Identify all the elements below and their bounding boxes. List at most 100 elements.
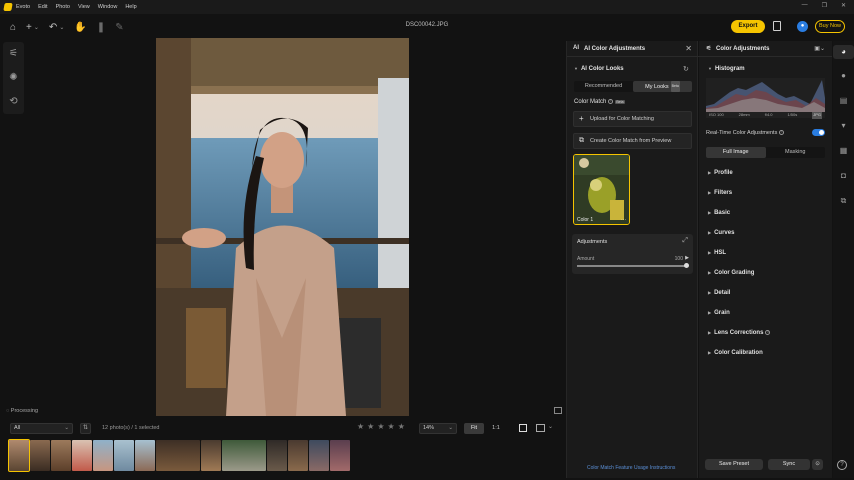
skin-icon[interactable]: ●: [833, 71, 854, 80]
more-icon[interactable]: ···: [621, 217, 626, 223]
thumbnail[interactable]: [93, 440, 113, 471]
menu-window[interactable]: Window: [98, 4, 118, 10]
thumbnail[interactable]: [30, 440, 50, 471]
star-icon[interactable]: ★: [357, 422, 364, 431]
thumbnail[interactable]: [135, 440, 155, 471]
ai-looks-title[interactable]: ▼ AI Color Looks: [574, 66, 624, 72]
background-icon[interactable]: ▦: [833, 146, 854, 155]
tab-full-image[interactable]: Full Image: [706, 147, 766, 158]
restore-icon[interactable]: ❐: [822, 2, 827, 9]
panel-layout-icon[interactable]: ▣⌄: [814, 45, 825, 52]
expand-icon[interactable]: ⤢: [682, 237, 688, 245]
mask-icon[interactable]: ❚: [97, 22, 105, 33]
tab-my-looks[interactable]: My Looks Beta: [633, 81, 692, 92]
account-icon[interactable]: ●: [797, 21, 808, 32]
chevron-down-icon[interactable]: ⌄: [548, 423, 553, 430]
chevron-down-icon[interactable]: ⌄: [34, 24, 39, 31]
slider-knob[interactable]: [684, 263, 689, 268]
share-icon[interactable]: [773, 21, 781, 31]
star-icon[interactable]: ★: [377, 422, 384, 431]
pen-icon[interactable]: ✎: [115, 22, 123, 33]
thumbnail[interactable]: [72, 440, 92, 471]
adjust-icon[interactable]: ⚟: [3, 42, 24, 66]
upload-color-match-button[interactable]: + Upload for Color Matching: [573, 111, 692, 127]
hand-icon[interactable]: ✋: [74, 22, 86, 33]
ai-icon[interactable]: ✺: [3, 66, 24, 90]
thumbnail[interactable]: [201, 440, 221, 471]
thumbnail[interactable]: [267, 440, 287, 471]
section-color-grading[interactable]: ▶ Color Grading: [708, 270, 754, 276]
window-controls: — ❐ ✕: [802, 2, 846, 9]
menu-evoto[interactable]: Evoto: [16, 4, 30, 10]
thumbnail[interactable]: [288, 440, 308, 471]
home-icon[interactable]: ⌂: [10, 22, 16, 33]
reset-icon[interactable]: ↻: [683, 65, 689, 73]
history-icon[interactable]: ⟲: [3, 90, 24, 114]
layout-icon[interactable]: [536, 424, 545, 432]
palette-icon[interactable]: ◕: [833, 45, 854, 59]
minimize-icon[interactable]: —: [802, 2, 808, 9]
sync-settings-icon[interactable]: ⊙: [812, 459, 823, 470]
clothing-icon[interactable]: ▾: [833, 121, 854, 130]
info-icon[interactable]: i: [765, 330, 771, 335]
section-basic[interactable]: ▶ Basic: [708, 210, 730, 216]
chevron-down-icon[interactable]: ⌄: [59, 24, 64, 31]
close-icon[interactable]: ✕: [685, 44, 692, 53]
transform-icon[interactable]: ⧉: [833, 196, 854, 206]
instructions-link[interactable]: Color Match Feature Usage Instructions: [587, 465, 675, 471]
thumbnail[interactable]: [309, 440, 329, 471]
photo-filter-select[interactable]: All ⌄: [10, 423, 73, 434]
info-icon[interactable]: i: [608, 99, 614, 104]
camera-icon[interactable]: ◘: [833, 171, 854, 180]
thumbnail[interactable]: [8, 439, 30, 472]
amount-slider[interactable]: [577, 263, 689, 268]
thumbnail[interactable]: [156, 440, 200, 471]
menu-edit[interactable]: Edit: [38, 4, 47, 10]
section-detail[interactable]: ▶ Detail: [708, 290, 730, 296]
export-button[interactable]: Export: [731, 20, 765, 33]
portrait-icon[interactable]: ▤: [833, 96, 854, 105]
histogram-title[interactable]: ▼ Histogram: [708, 66, 745, 72]
sort-icon[interactable]: ⇅: [80, 423, 91, 434]
thumbnail[interactable]: [51, 440, 71, 471]
main-photo[interactable]: [156, 38, 409, 416]
save-preset-button[interactable]: Save Preset: [705, 459, 763, 470]
undo-icon[interactable]: ↶: [49, 22, 57, 33]
menu-photo[interactable]: Photo: [56, 4, 70, 10]
fit-button[interactable]: Fit: [464, 423, 484, 434]
section-curves[interactable]: ▶ Curves: [708, 230, 734, 236]
section-grain[interactable]: ▶ Grain: [708, 310, 730, 316]
section-filters[interactable]: ▶ Filters: [708, 190, 732, 196]
menu-view[interactable]: View: [78, 4, 90, 10]
look-thumbnail: [574, 155, 629, 224]
sync-button[interactable]: Sync: [768, 459, 810, 470]
star-icon[interactable]: ★: [367, 422, 374, 431]
tab-recommended[interactable]: Recommended: [574, 81, 633, 92]
section-lens-corrections[interactable]: ▶ Lens Corrections i: [708, 330, 771, 336]
section-hsl[interactable]: ▶ HSL: [708, 250, 726, 256]
zoom-select[interactable]: 14% ⌄: [419, 423, 457, 434]
section-color-calibration[interactable]: ▶ Color Calibration: [708, 350, 763, 356]
thumbnail[interactable]: [114, 440, 134, 471]
star-icon[interactable]: ★: [388, 422, 395, 431]
star-rating[interactable]: ★ ★ ★ ★ ★: [357, 422, 405, 431]
create-color-match-button[interactable]: ⧉ Create Color Match from Preview: [573, 133, 692, 149]
compare-icon[interactable]: [554, 407, 562, 414]
chevron-right-icon[interactable]: ▶: [685, 255, 689, 261]
info-icon[interactable]: i: [779, 130, 785, 136]
help-icon[interactable]: ?: [837, 460, 847, 470]
single-view-icon[interactable]: [519, 424, 527, 432]
thumbnail[interactable]: [330, 440, 350, 471]
realtime-toggle[interactable]: [812, 129, 825, 136]
add-icon[interactable]: +: [26, 22, 32, 33]
close-window-icon[interactable]: ✕: [841, 2, 846, 9]
section-profile[interactable]: ▶ Profile: [708, 170, 733, 176]
thumbnail[interactable]: [222, 440, 266, 471]
scope-tabs: Full Image Masking: [706, 147, 825, 158]
tab-masking[interactable]: Masking: [766, 147, 826, 158]
one-to-one-button[interactable]: 1:1: [486, 423, 506, 434]
star-icon[interactable]: ★: [398, 422, 405, 431]
color-look-card[interactable]: Color 1 ···: [573, 154, 630, 225]
buy-now-button[interactable]: Buy Now: [815, 20, 845, 33]
menu-help[interactable]: Help: [125, 4, 136, 10]
